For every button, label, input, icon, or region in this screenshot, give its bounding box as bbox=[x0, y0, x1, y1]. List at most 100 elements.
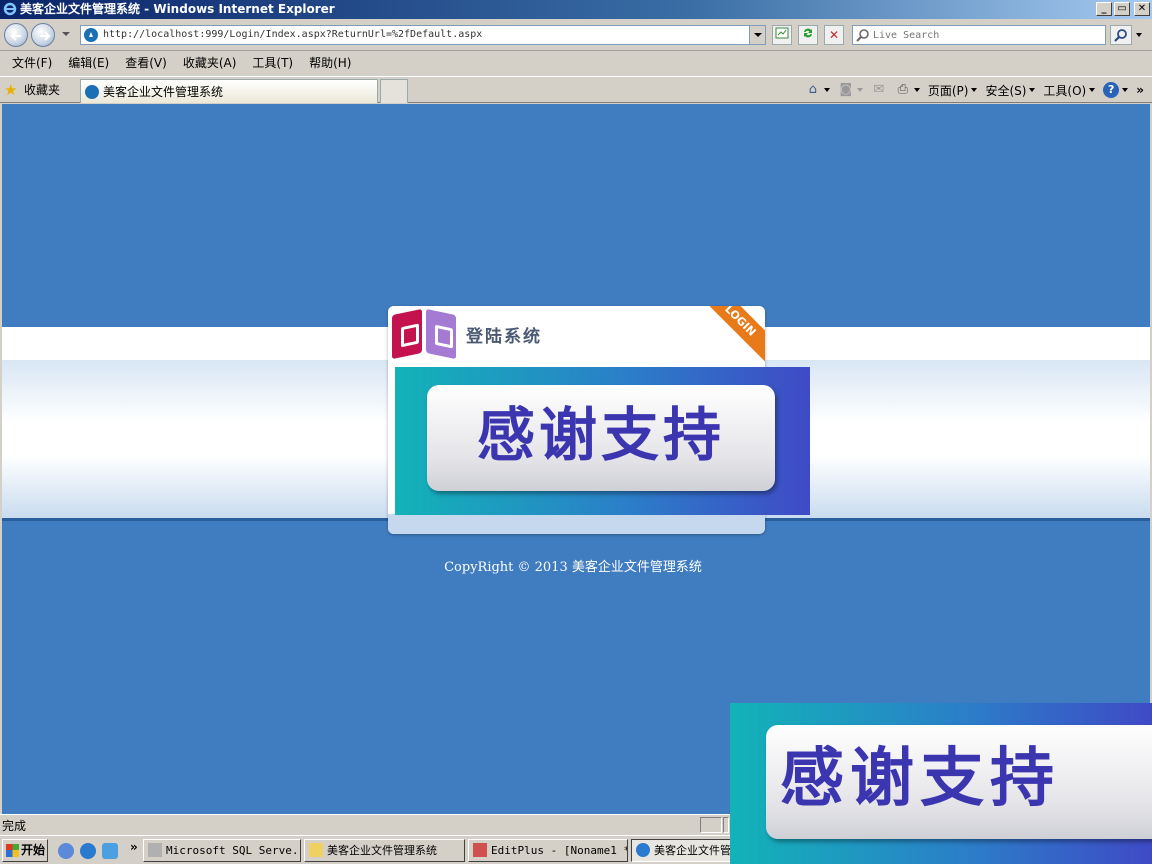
task-label: Microsoft SQL Serve... bbox=[166, 844, 301, 857]
rss-feed-icon: ◙ bbox=[839, 82, 853, 97]
task-label: EditPlus - [Noname1 *] bbox=[491, 844, 628, 857]
tab-title: 美客企业文件管理系统 bbox=[103, 85, 224, 99]
home-button[interactable]: ⌂ bbox=[805, 82, 830, 98]
print-dropdown-icon[interactable] bbox=[913, 88, 920, 92]
quicklaunch-app-icon[interactable] bbox=[58, 843, 74, 859]
favorites-button[interactable]: ★ 收藏夹 bbox=[4, 81, 60, 99]
history-dropdown-icon[interactable] bbox=[62, 32, 70, 36]
search-input[interactable] bbox=[873, 27, 1101, 43]
forward-button[interactable] bbox=[31, 23, 55, 47]
help-icon: ? bbox=[1103, 82, 1120, 98]
tools-menu-label: 工具(O) bbox=[1043, 83, 1087, 98]
home-icon: ⌂ bbox=[808, 82, 817, 97]
feeds-dropdown-icon[interactable] bbox=[856, 88, 863, 92]
quicklaunch-ie-icon[interactable] bbox=[80, 843, 96, 859]
task-label: 美客企业文件管理系统 bbox=[327, 844, 437, 857]
search-provider-icon bbox=[856, 29, 869, 42]
task-editplus[interactable]: EditPlus - [Noname1 *] bbox=[468, 839, 628, 862]
safety-menu-button[interactable]: 安全(S) bbox=[985, 82, 1036, 99]
safety-menu-label: 安全(S) bbox=[985, 83, 1027, 98]
page-menu-button[interactable]: 页面(P) bbox=[928, 82, 978, 99]
search-options-dropdown-icon[interactable] bbox=[1134, 25, 1146, 45]
status-cell bbox=[723, 817, 729, 833]
windows-flag-icon bbox=[6, 844, 19, 857]
status-cell bbox=[700, 817, 722, 833]
home-dropdown-icon[interactable] bbox=[823, 88, 830, 92]
tab-current-page[interactable]: 美客企业文件管理系统 bbox=[80, 79, 378, 103]
logo-right-icon bbox=[426, 308, 456, 360]
maximize-button[interactable]: ▭ bbox=[1114, 2, 1130, 16]
login-footer bbox=[388, 514, 765, 534]
tab-favicon-icon bbox=[85, 85, 99, 99]
compatibility-button[interactable] bbox=[772, 25, 792, 45]
folder-icon bbox=[309, 843, 323, 857]
ie-icon bbox=[636, 843, 650, 857]
menu-view[interactable]: 查看(V) bbox=[117, 53, 175, 73]
ie-logo-icon bbox=[3, 2, 17, 16]
thanks-overlay-text: 感谢支持 bbox=[766, 725, 1152, 839]
minimize-button[interactable]: _ bbox=[1096, 2, 1112, 16]
sql-server-icon bbox=[148, 843, 162, 857]
stop-button[interactable]: ✕ bbox=[824, 25, 844, 45]
address-dropdown-button[interactable] bbox=[749, 26, 765, 44]
copyright-label: CopyRight © 2013 美客企业文件管理系统 bbox=[444, 560, 702, 575]
page-favicon-icon bbox=[84, 28, 98, 42]
task-sql-server[interactable]: Microsoft SQL Serve... bbox=[143, 839, 301, 862]
task-ie-browser[interactable]: 美客企业文件管 bbox=[631, 839, 731, 862]
menu-edit[interactable]: 编辑(E) bbox=[60, 53, 117, 73]
thanks-banner: 感谢支持 bbox=[395, 367, 810, 515]
print-button[interactable]: ⎙ bbox=[895, 82, 920, 98]
new-tab-button[interactable] bbox=[380, 79, 408, 103]
page-menu-label: 页面(P) bbox=[927, 83, 969, 98]
task-folder[interactable]: 美客企业文件管理系统 bbox=[304, 839, 465, 862]
mail-icon: ✉ bbox=[873, 82, 885, 97]
refresh-button[interactable] bbox=[798, 25, 818, 45]
search-box[interactable] bbox=[852, 25, 1106, 45]
address-bar[interactable]: http://localhost:999/Login/Index.aspx?Re… bbox=[80, 25, 766, 45]
forward-arrow-icon bbox=[40, 31, 51, 41]
status-text: 完成 bbox=[2, 819, 27, 833]
page-dropdown-icon bbox=[971, 88, 978, 92]
feeds-button[interactable]: ◙ bbox=[838, 82, 863, 98]
address-url[interactable]: http://localhost:999/Login/Index.aspx?Re… bbox=[103, 26, 482, 44]
login-title: 登陆系统 bbox=[466, 327, 542, 347]
address-toolbar: http://localhost:999/Login/Index.aspx?Re… bbox=[0, 19, 1152, 51]
start-button[interactable]: 开始 bbox=[2, 839, 48, 862]
menu-help[interactable]: 帮助(H) bbox=[301, 53, 359, 73]
stop-icon: ✕ bbox=[828, 28, 840, 42]
copyright-text: CopyRight © 2013 美客企业文件管理系统 bbox=[2, 556, 1150, 575]
window-title: 美客企业文件管理系统 - Windows Internet Explorer bbox=[20, 2, 335, 16]
task-label: 美客企业文件管 bbox=[654, 844, 731, 857]
menu-file[interactable]: 文件(F) bbox=[4, 53, 60, 73]
close-button[interactable]: ✕ bbox=[1134, 2, 1150, 16]
tools-dropdown-icon bbox=[1089, 88, 1096, 92]
menu-tools[interactable]: 工具(T) bbox=[244, 53, 301, 73]
window-title-bar[interactable]: 美客企业文件管理系统 - Windows Internet Explorer _… bbox=[0, 0, 1152, 19]
back-button[interactable] bbox=[4, 23, 28, 47]
menu-bar: 文件(F) 编辑(E) 查看(V) 收藏夹(A) 工具(T) 帮助(H) bbox=[0, 52, 1152, 74]
quicklaunch-more-icon[interactable]: » bbox=[130, 840, 138, 854]
star-icon: ★ bbox=[4, 81, 18, 99]
login-ribbon: LOGIN bbox=[693, 306, 765, 368]
safety-dropdown-icon bbox=[1029, 88, 1036, 92]
logo-left-icon bbox=[392, 308, 422, 360]
favorites-label: 收藏夹 bbox=[24, 83, 61, 97]
thanks-banner-text: 感谢支持 bbox=[427, 385, 775, 491]
tab-bar: ★ 收藏夹 美客企业文件管理系统 ⌂ ◙ ✉ ⎙ 页面(P) 安全(S) 工具(… bbox=[0, 76, 1152, 103]
quicklaunch-desktop-icon[interactable] bbox=[102, 843, 118, 859]
search-icon bbox=[1114, 29, 1127, 42]
chevron-more-icon[interactable]: » bbox=[1136, 83, 1144, 97]
search-button[interactable] bbox=[1110, 25, 1132, 45]
printer-icon: ⎙ bbox=[897, 82, 909, 97]
editplus-icon bbox=[473, 843, 487, 857]
thanks-overlay-banner: 感谢支持 bbox=[730, 703, 1152, 864]
read-mail-button[interactable]: ✉ bbox=[871, 82, 887, 98]
refresh-icon bbox=[804, 28, 812, 38]
menu-favorites[interactable]: 收藏夹(A) bbox=[175, 53, 245, 73]
back-arrow-icon bbox=[10, 31, 21, 41]
tools-menu-button[interactable]: 工具(O) bbox=[1043, 82, 1096, 99]
login-header: 登陆系统 LOGIN bbox=[388, 306, 765, 368]
help-dropdown-icon[interactable] bbox=[1122, 88, 1129, 92]
start-label: 开始 bbox=[21, 843, 46, 857]
help-button[interactable]: ? bbox=[1103, 82, 1129, 98]
